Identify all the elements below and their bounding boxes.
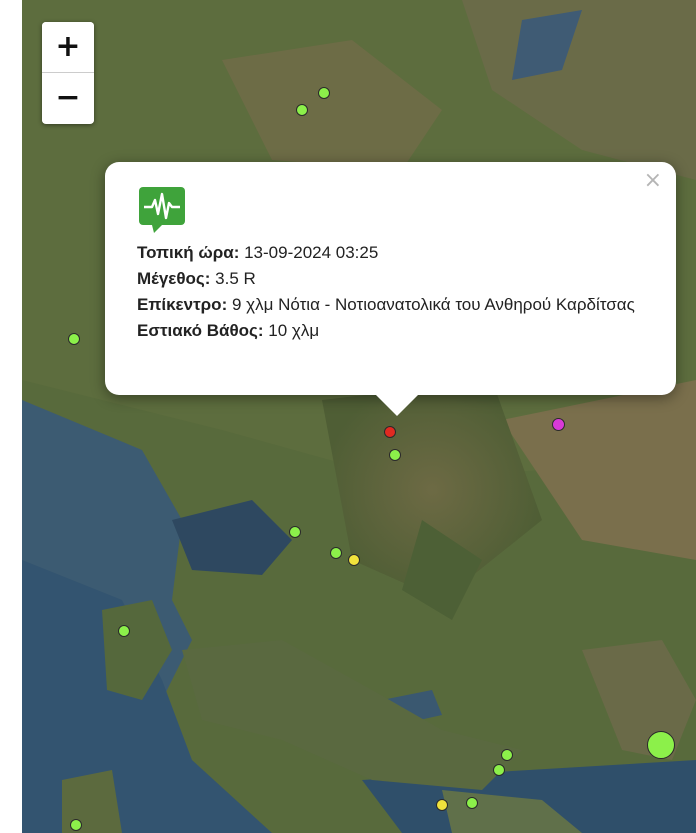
- earthquake-marker[interactable]: [296, 104, 308, 116]
- magnitude-value: 3.5 R: [215, 269, 256, 288]
- popup-tip: [375, 394, 419, 416]
- local-time-row: Τοπική ώρα: 13-09-2024 03:25: [137, 240, 656, 266]
- magnitude-label: Μέγεθος:: [137, 269, 211, 288]
- satellite-terrain: [22, 0, 696, 833]
- earthquake-marker[interactable]: [436, 799, 448, 811]
- earthquake-marker[interactable]: [389, 449, 401, 461]
- zoom-in-button[interactable]: +: [42, 22, 94, 72]
- earthquake-marker-selected[interactable]: [384, 426, 396, 438]
- earthquake-marker[interactable]: [493, 764, 505, 776]
- earthquake-marker[interactable]: [348, 554, 360, 566]
- earthquake-marker[interactable]: [330, 547, 342, 559]
- earthquake-marker[interactable]: [466, 797, 478, 809]
- epicenter-label: Επίκεντρο:: [137, 295, 228, 314]
- earthquake-marker[interactable]: [68, 333, 80, 345]
- earthquake-marker[interactable]: [552, 418, 565, 431]
- depth-value: 10 χλμ: [268, 321, 320, 340]
- popup-content: Τοπική ώρα: 13-09-2024 03:25 Μέγεθος: 3.…: [137, 240, 656, 344]
- earthquake-marker[interactable]: [501, 749, 513, 761]
- close-icon[interactable]: ×: [644, 168, 662, 193]
- zoom-out-button[interactable]: −: [42, 73, 94, 123]
- local-time-label: Τοπική ώρα:: [137, 243, 240, 262]
- local-time-value: 13-09-2024 03:25: [244, 243, 379, 262]
- earthquake-info-popup: × Τοπική ώρα: 13-09-2024 03:25 Μέγεθος: …: [105, 162, 676, 416]
- earthquake-marker[interactable]: [647, 731, 675, 759]
- earthquake-marker[interactable]: [318, 87, 330, 99]
- magnitude-row: Μέγεθος: 3.5 R: [137, 266, 656, 292]
- seismograph-icon: [138, 186, 186, 234]
- map-view[interactable]: + − × Τοπική ώρα: 13-09-2024 03:25 Μέγεθ…: [22, 0, 696, 833]
- depth-label: Εστιακό Βάθος:: [137, 321, 264, 340]
- depth-row: Εστιακό Βάθος: 10 χλμ: [137, 318, 656, 344]
- earthquake-marker[interactable]: [118, 625, 130, 637]
- earthquake-marker[interactable]: [70, 819, 82, 831]
- epicenter-row: Επίκεντρο: 9 χλμ Νότια - Νοτιοανατολικά …: [137, 292, 656, 318]
- epicenter-value: 9 χλμ Νότια - Νοτιοανατολικά του Ανθηρού…: [231, 295, 635, 314]
- zoom-control: + −: [42, 22, 94, 124]
- earthquake-marker[interactable]: [289, 526, 301, 538]
